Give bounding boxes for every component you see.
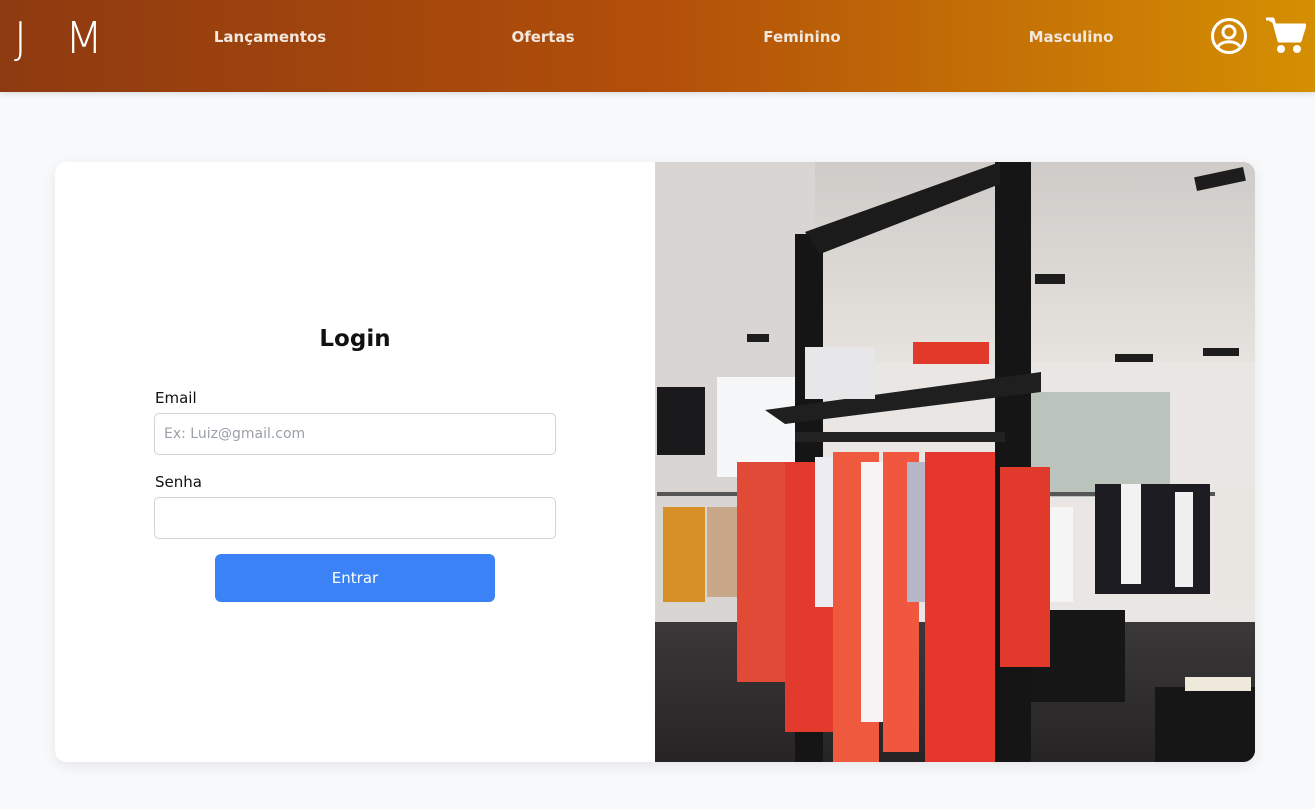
brand-logo[interactable]: J M [14, 14, 115, 64]
email-field[interactable] [154, 413, 556, 455]
nav-item-masculino[interactable]: Masculino [1029, 26, 1114, 48]
login-title: Login [319, 326, 391, 352]
clothing-store-image [655, 162, 1255, 762]
shopping-cart-icon[interactable] [1264, 15, 1307, 55]
login-form: Login Email Senha Entrar [55, 162, 655, 762]
store-photo [655, 162, 1255, 762]
password-label: Senha [155, 473, 202, 491]
email-label: Email [155, 389, 197, 407]
password-field[interactable] [154, 497, 556, 539]
login-card: Login Email Senha Entrar [55, 162, 1255, 762]
nav-item-lancamentos[interactable]: Lançamentos [214, 26, 326, 48]
user-circle-icon[interactable] [1210, 17, 1248, 55]
site-header: J M Lançamentos Ofertas Feminino Masculi… [0, 0, 1315, 92]
login-submit-button[interactable]: Entrar [215, 554, 495, 602]
nav-item-ofertas[interactable]: Ofertas [511, 26, 574, 48]
nav-item-feminino[interactable]: Feminino [763, 26, 840, 48]
